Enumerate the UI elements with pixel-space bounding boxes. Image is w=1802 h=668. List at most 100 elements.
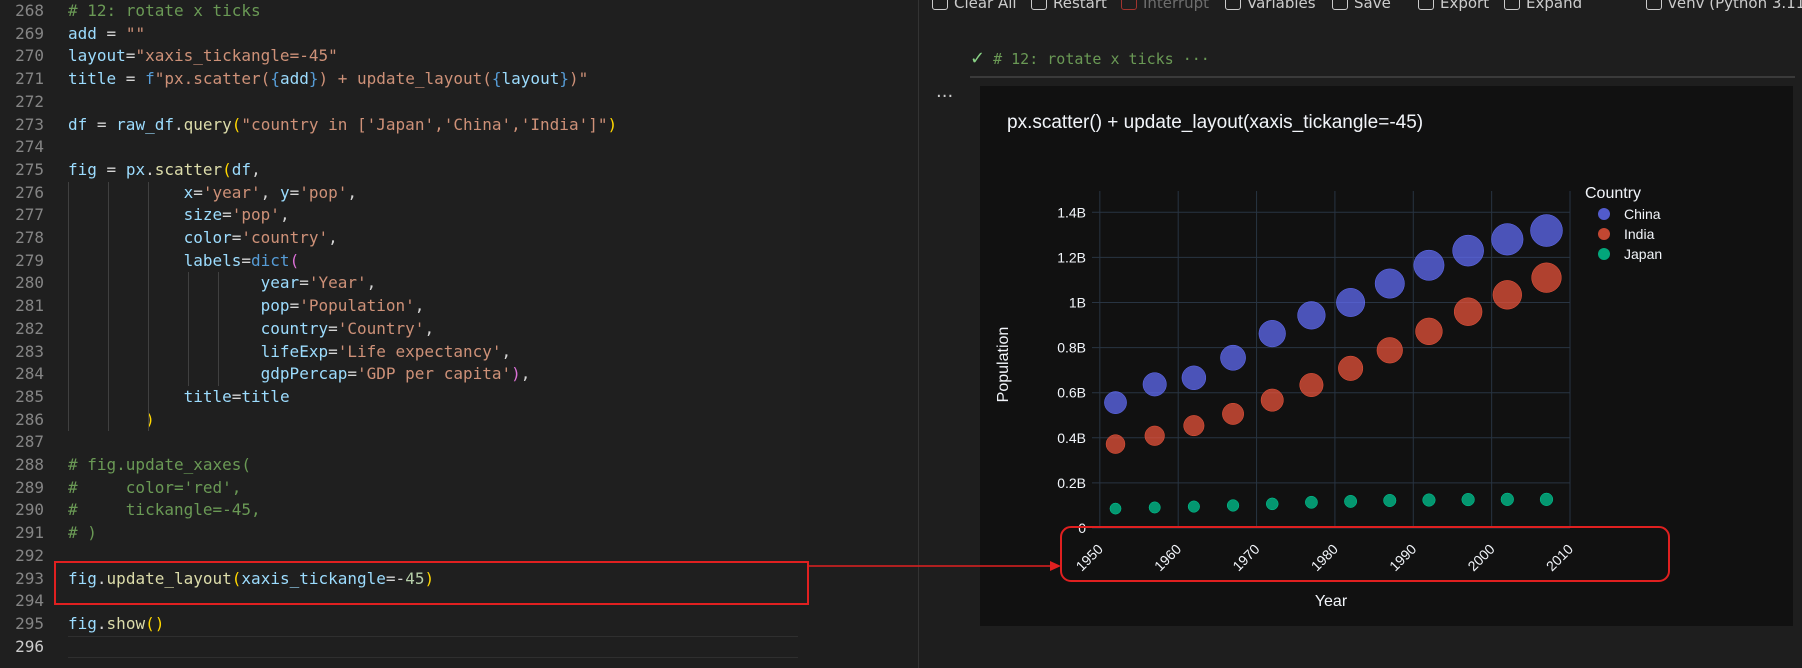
data-point-japan[interactable]	[1383, 493, 1397, 507]
expand-icon	[1504, 0, 1520, 10]
code-line[interactable]: 281 pop='Population',	[0, 295, 800, 318]
code-line[interactable]: 273 df = raw_df.query("country in ['Japan…	[0, 114, 800, 137]
data-point-india[interactable]	[1144, 425, 1165, 446]
panel-divider[interactable]	[918, 0, 919, 668]
code-line[interactable]: 282 country='Country',	[0, 318, 800, 341]
code-line[interactable]: 288 # fig.update_xaxes(	[0, 454, 800, 477]
code-line[interactable]: 294	[0, 590, 800, 613]
legend-label-japan[interactable]: Japan	[1624, 246, 1662, 262]
code-text: layout="xaxis_tickangle=-45"	[68, 46, 338, 66]
line-number: 290	[15, 500, 44, 520]
data-point-japan[interactable]	[1226, 499, 1240, 512]
data-point-india[interactable]	[1105, 434, 1126, 454]
data-point-china[interactable]	[1297, 301, 1326, 330]
toolbar-save-button[interactable]: Save	[1332, 0, 1391, 12]
legend-marker-japan[interactable]	[1598, 248, 1610, 260]
data-point-japan[interactable]	[1109, 502, 1122, 515]
code-line[interactable]: 271 title = f"px.scatter({add}) + update_…	[0, 68, 800, 91]
data-point-japan[interactable]	[1265, 497, 1279, 511]
line-number: 270	[15, 46, 44, 66]
y-tick-label: 0.6B	[1057, 385, 1086, 401]
data-point-japan[interactable]	[1187, 500, 1200, 513]
code-text: x='year', y='pop',	[183, 182, 358, 202]
data-point-japan[interactable]	[1461, 493, 1475, 507]
data-point-india[interactable]	[1492, 280, 1522, 310]
code-line[interactable]: 286 )	[0, 409, 800, 432]
legend-label-india[interactable]: India	[1624, 226, 1655, 242]
line-number: 285	[15, 386, 44, 406]
code-line[interactable]: 269 add = ""	[0, 23, 800, 46]
code-line[interactable]: 295 fig.show()	[0, 613, 800, 636]
data-point-japan[interactable]	[1148, 501, 1161, 514]
y-tick-label: 0.2B	[1057, 475, 1086, 491]
data-point-china[interactable]	[1220, 344, 1246, 371]
data-point-india[interactable]	[1183, 415, 1205, 437]
data-point-japan[interactable]	[1305, 495, 1318, 509]
data-point-japan[interactable]	[1539, 492, 1554, 506]
y-tick-label: 1.2B	[1057, 249, 1086, 265]
scatter-chart[interactable]: 0 0.2B 0.4B 0.6B 0.8B 1B 1.2B 1.4B 1950 1960 1970 1…	[980, 86, 1793, 626]
line-number: 296	[15, 636, 44, 656]
cell-more-button[interactable]: ···	[936, 86, 953, 107]
code-line[interactable]: 276 x='year', y='pop',	[0, 182, 800, 205]
data-point-china[interactable]	[1491, 223, 1524, 256]
code-line[interactable]: 274	[0, 136, 800, 159]
line-number: 269	[15, 23, 44, 43]
code-text: pop='Population',	[260, 296, 425, 316]
code-line[interactable]: 283 lifeExp='Life expectancy',	[0, 341, 800, 364]
data-point-india[interactable]	[1260, 388, 1284, 412]
data-point-india[interactable]	[1531, 262, 1562, 293]
cell-header-text: # 12: rotate x ticks ···	[993, 50, 1210, 68]
code-line[interactable]: 292	[0, 545, 800, 568]
legend-marker-india[interactable]	[1598, 228, 1610, 240]
data-point-china[interactable]	[1142, 372, 1167, 397]
code-line[interactable]: 280 year='Year',	[0, 272, 800, 295]
code-line[interactable]: 285 title=title	[0, 386, 800, 409]
code-line[interactable]: 290 # tickangle=-45,	[0, 499, 800, 522]
code-line[interactable]: 289 # color='red',	[0, 477, 800, 500]
code-line[interactable]: 284 gdpPercap='GDP per capita'),	[0, 363, 800, 386]
data-point-china[interactable]	[1104, 391, 1127, 414]
data-point-china[interactable]	[1181, 365, 1207, 391]
code-line[interactable]: 287	[0, 431, 800, 454]
data-point-china[interactable]	[1336, 288, 1366, 317]
export-icon	[1418, 0, 1434, 10]
data-point-india[interactable]	[1376, 337, 1403, 364]
code-line[interactable]: 293 fig.update_layout(xaxis_tickangle=-45…	[0, 568, 800, 591]
code-line[interactable]: 279 labels=dict(	[0, 250, 800, 273]
toolbar-export-button[interactable]: Export	[1418, 0, 1489, 12]
data-point-japan[interactable]	[1500, 492, 1514, 506]
data-point-china[interactable]	[1258, 320, 1286, 348]
plot-output[interactable]: 0 0.2B 0.4B 0.6B 0.8B 1B 1.2B 1.4B 1950 1960 1970 1…	[980, 86, 1793, 626]
toolbar-expand-button[interactable]: Expand	[1504, 0, 1582, 12]
data-point-japan[interactable]	[1422, 493, 1436, 507]
toolbar-clear-all-button[interactable]: Clear All	[932, 0, 1017, 12]
code-line[interactable]: 270 layout="xaxis_tickangle=-45"	[0, 45, 800, 68]
code-editor[interactable]: 268 # 12: rotate x ticks 269 add = "" 270 lay…	[0, 0, 800, 668]
data-point-china[interactable]	[1413, 249, 1445, 281]
data-point-india[interactable]	[1453, 297, 1483, 326]
toolbar-variables-button[interactable]: Variables	[1225, 0, 1316, 12]
code-line[interactable]: 278 color='country',	[0, 227, 800, 250]
line-number: 274	[15, 137, 44, 157]
data-point-china[interactable]	[1530, 214, 1563, 247]
interrupt-icon	[1121, 0, 1137, 10]
data-point-japan[interactable]	[1344, 494, 1358, 508]
code-line[interactable]: 275 fig = px.scatter(df,	[0, 159, 800, 182]
toolbar-interrupt-button[interactable]: Interrupt	[1121, 0, 1209, 12]
legend-label-china[interactable]: China	[1624, 206, 1661, 222]
code-line[interactable]: 291 # )	[0, 522, 800, 545]
data-point-china[interactable]	[1452, 234, 1484, 267]
data-point-india[interactable]	[1415, 317, 1443, 345]
toolbar-restart-button[interactable]: Restart	[1031, 0, 1107, 12]
data-point-india[interactable]	[1338, 355, 1364, 381]
cell-header[interactable]: ✓ # 12: rotate x ticks ···	[970, 48, 1210, 72]
data-point-india[interactable]	[1299, 373, 1324, 397]
data-point-india[interactable]	[1222, 402, 1244, 425]
code-line[interactable]: 277 size='pop',	[0, 204, 800, 227]
legend-marker-china[interactable]	[1598, 208, 1610, 220]
data-point-china[interactable]	[1374, 268, 1405, 299]
kernel-selector[interactable]: venv (Python 3.11.1)	[1646, 0, 1802, 12]
code-line[interactable]: 268 # 12: rotate x ticks	[0, 0, 800, 23]
code-line[interactable]: 272	[0, 91, 800, 114]
